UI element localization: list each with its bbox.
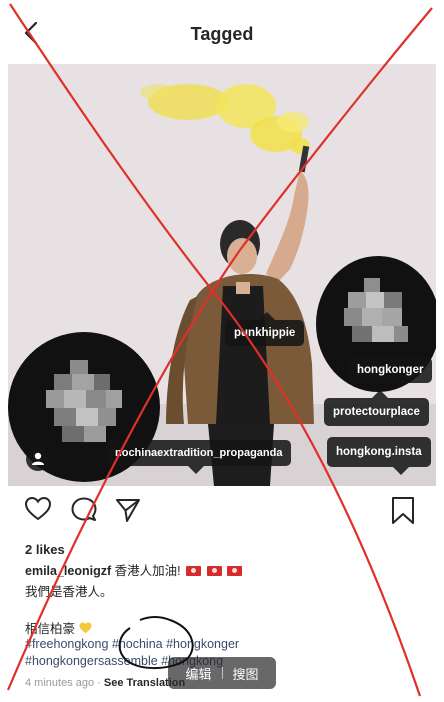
post-meta: 4 minutes ago · See Translation bbox=[25, 677, 185, 689]
post-action-bar bbox=[0, 496, 444, 536]
hong-kong-flag-icon bbox=[206, 566, 222, 576]
hong-kong-flag-icon bbox=[227, 566, 243, 576]
bookmark-icon bbox=[392, 497, 414, 524]
watermark-toolbar: 编辑 搜图 bbox=[168, 657, 276, 689]
caption-line3-text: 相信柏豪 bbox=[25, 622, 76, 636]
search-image-label[interactable]: 搜图 bbox=[233, 664, 259, 683]
yellow-heart-icon bbox=[79, 622, 91, 634]
save-button[interactable] bbox=[390, 496, 416, 531]
caption-text: 香港人加油! bbox=[114, 564, 181, 578]
tag-nochinaextradition-propaganda[interactable]: nochinaextradition_propaganda bbox=[106, 440, 292, 466]
share-button[interactable] bbox=[114, 496, 142, 529]
post-username[interactable]: emila_leonigzf bbox=[25, 564, 111, 578]
hashtags-line1[interactable]: #freehongkong #nochina #hongkonger bbox=[25, 637, 239, 651]
divider bbox=[221, 667, 223, 679]
like-button[interactable] bbox=[24, 496, 52, 527]
tag-pointer bbox=[259, 312, 275, 320]
pixelated-face-left bbox=[46, 360, 122, 442]
caption-line1: emila_leonigzf 香港人加油! bbox=[25, 563, 243, 580]
tag-hongkonger[interactable]: hongkonger bbox=[348, 357, 433, 383]
tag-hongkong-insta[interactable]: hongkong.insta bbox=[327, 437, 431, 467]
post-time: 4 minutes ago bbox=[25, 677, 95, 689]
tagged-people-button[interactable] bbox=[22, 446, 54, 472]
top-bar: Tagged bbox=[0, 0, 444, 64]
caption-line2: 我們是香港人。 bbox=[25, 585, 113, 599]
send-icon bbox=[116, 499, 140, 522]
caption-line3: 相信柏豪 bbox=[25, 618, 92, 637]
tag-pointer bbox=[393, 467, 409, 475]
comment-button[interactable] bbox=[70, 496, 98, 529]
page-title: Tagged bbox=[190, 24, 254, 44]
tag-protectourplace[interactable]: protectourplace bbox=[324, 398, 429, 426]
meta-separator: · bbox=[97, 677, 101, 689]
like-count[interactable]: 2 likes bbox=[25, 542, 65, 557]
tag-pointer bbox=[188, 466, 204, 474]
edit-label[interactable]: 编辑 bbox=[185, 664, 211, 683]
user-icon bbox=[26, 447, 50, 471]
heart-icon bbox=[24, 496, 52, 521]
hong-kong-flag-icon bbox=[186, 566, 202, 576]
pixelated-face-right bbox=[344, 278, 408, 342]
tag-punkhippie[interactable]: punkhippie bbox=[225, 320, 305, 346]
comment-icon bbox=[71, 497, 97, 521]
tag-pointer bbox=[372, 390, 388, 398]
